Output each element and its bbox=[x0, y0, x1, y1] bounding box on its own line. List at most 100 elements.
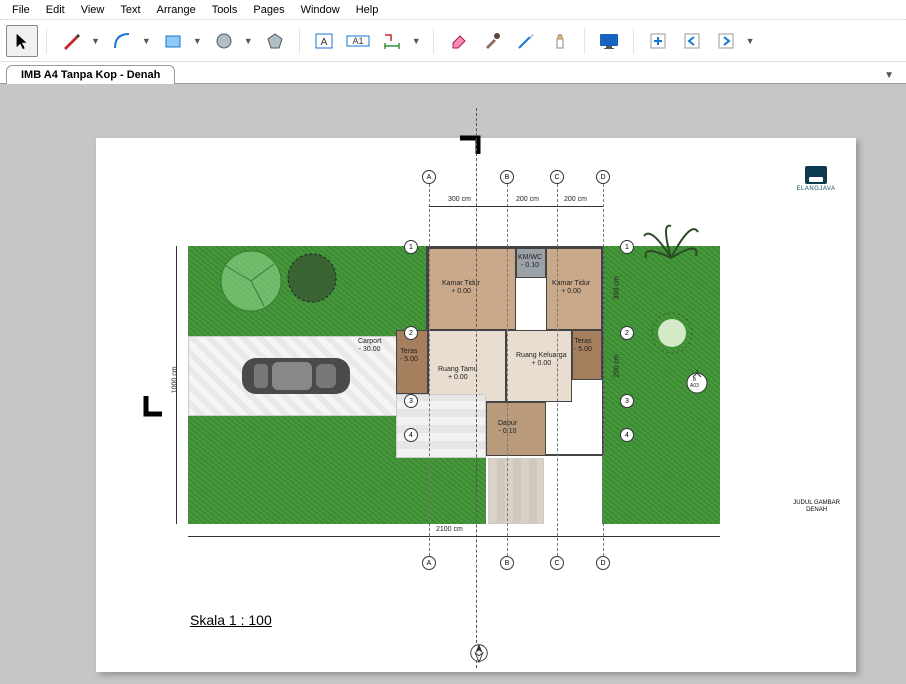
dim-line-top bbox=[429, 206, 603, 207]
page-add-icon bbox=[648, 31, 668, 51]
svg-text:A: A bbox=[320, 37, 327, 48]
room-kamar2 bbox=[546, 248, 602, 330]
grid-bubble-c-top: C bbox=[550, 170, 564, 184]
dropdown-arrow-icon[interactable]: ▼ bbox=[408, 36, 425, 46]
tool-page-add[interactable] bbox=[642, 25, 674, 57]
car-icon bbox=[236, 350, 356, 402]
svg-text:A1: A1 bbox=[352, 36, 363, 46]
separator bbox=[433, 28, 434, 54]
eraser-icon bbox=[448, 31, 468, 51]
palm-icon bbox=[636, 218, 706, 282]
menu-help[interactable]: Help bbox=[348, 2, 387, 18]
menu-edit[interactable]: Edit bbox=[38, 2, 73, 18]
grid-bubble-4-l: 4 bbox=[404, 428, 418, 442]
tool-text-along[interactable]: A1 bbox=[342, 25, 374, 57]
separator bbox=[584, 28, 585, 54]
menu-pages[interactable]: Pages bbox=[245, 2, 292, 18]
gridline-a bbox=[429, 184, 430, 556]
crop-mark-icon bbox=[460, 134, 490, 154]
bush-icon bbox=[282, 250, 342, 306]
tool-arc[interactable] bbox=[106, 25, 138, 57]
grid-bubble-d-top: D bbox=[596, 170, 610, 184]
rectangle-icon bbox=[163, 31, 183, 51]
tab-document[interactable]: IMB A4 Tanpa Kop - Denah bbox=[6, 65, 175, 84]
tool-circle[interactable] bbox=[208, 25, 240, 57]
toolbar: ▼ ▼ ▼ ▼ A A1 ▼ bbox=[0, 20, 906, 62]
tool-page-prev[interactable] bbox=[676, 25, 708, 57]
eyedropper-icon bbox=[482, 31, 502, 51]
grid-bubble-2-r: 2 bbox=[620, 326, 634, 340]
room-kmwc bbox=[516, 248, 546, 278]
grid-bubble-a-top: A bbox=[422, 170, 436, 184]
room-teras2 bbox=[572, 330, 602, 380]
tool-eraser[interactable] bbox=[442, 25, 474, 57]
tool-text[interactable]: A bbox=[308, 25, 340, 57]
back-patio bbox=[488, 458, 544, 524]
dim-top-3: 200 cm bbox=[564, 196, 587, 204]
separator bbox=[299, 28, 300, 54]
menu-arrange[interactable]: Arrange bbox=[149, 2, 204, 18]
glue-icon bbox=[550, 31, 570, 51]
gridline-c bbox=[557, 184, 558, 556]
polygon-icon bbox=[265, 31, 285, 51]
shrub-icon bbox=[644, 308, 700, 358]
menu-window[interactable]: Window bbox=[293, 2, 348, 18]
gridline-d bbox=[603, 184, 604, 556]
tool-eyedropper[interactable] bbox=[476, 25, 508, 57]
menubar: File Edit View Text Arrange Tools Pages … bbox=[0, 0, 906, 20]
dropdown-arrow-icon[interactable]: ▼ bbox=[87, 36, 104, 46]
title-block-value: DENAH bbox=[793, 507, 840, 514]
page-next-icon bbox=[716, 31, 736, 51]
tool-polygon[interactable] bbox=[259, 25, 291, 57]
pencil-icon bbox=[61, 31, 81, 51]
knife-icon bbox=[516, 31, 536, 51]
logo: ELANGJAVA bbox=[794, 166, 838, 192]
logo-icon bbox=[805, 166, 827, 184]
grid-bubble-d-bot: D bbox=[596, 556, 610, 570]
tool-select[interactable] bbox=[6, 25, 38, 57]
grid-bubble-4-r: 4 bbox=[620, 428, 634, 442]
dim-line-left bbox=[176, 246, 177, 524]
dim-line-bottom bbox=[188, 536, 720, 537]
tab-overflow-dropdown[interactable]: ▼ bbox=[878, 68, 900, 83]
text-icon: A bbox=[314, 31, 334, 51]
dropdown-arrow-icon[interactable]: ▼ bbox=[240, 36, 257, 46]
text-along-icon: A1 bbox=[346, 31, 370, 51]
separator bbox=[46, 28, 47, 54]
tool-knife[interactable] bbox=[510, 25, 542, 57]
grid-bubble-3-r: 3 bbox=[620, 394, 634, 408]
menu-file[interactable]: File bbox=[4, 2, 38, 18]
dropdown-arrow-icon[interactable]: ▼ bbox=[138, 36, 155, 46]
monitor-icon bbox=[598, 31, 620, 51]
tool-line[interactable] bbox=[55, 25, 87, 57]
menu-view[interactable]: View bbox=[73, 2, 113, 18]
room-kamar1 bbox=[428, 248, 516, 330]
grid-bubble-1-r: 1 bbox=[620, 240, 634, 254]
menu-text[interactable]: Text bbox=[112, 2, 148, 18]
tool-glue[interactable] bbox=[544, 25, 576, 57]
dim-top-2: 200 cm bbox=[516, 196, 539, 204]
dropdown-arrow-icon[interactable]: ▼ bbox=[742, 36, 759, 46]
drawing-canvas[interactable]: ELANGJAVA bbox=[0, 84, 906, 684]
gridline-b bbox=[507, 184, 508, 556]
tool-rectangle[interactable] bbox=[157, 25, 189, 57]
lawn-strip bbox=[426, 458, 486, 524]
menu-tools[interactable]: Tools bbox=[204, 2, 246, 18]
circle-icon bbox=[214, 31, 234, 51]
dropdown-arrow-icon[interactable]: ▼ bbox=[189, 36, 206, 46]
title-block: JUDUL GAMBAR DENAH bbox=[793, 500, 840, 514]
tool-page-next[interactable] bbox=[710, 25, 742, 57]
grid-bubble-c-bot: C bbox=[550, 556, 564, 570]
center-line bbox=[476, 108, 477, 668]
tree-icon bbox=[216, 246, 286, 316]
dim-bottom: 2100 cm bbox=[436, 526, 463, 534]
logo-text: ELANGJAVA bbox=[794, 186, 838, 192]
dim-top-1: 300 cm bbox=[448, 196, 471, 204]
title-block-heading: JUDUL GAMBAR bbox=[793, 500, 840, 507]
grid-bubble-1-l: 1 bbox=[404, 240, 418, 254]
room-rkel bbox=[506, 330, 572, 402]
tool-present[interactable] bbox=[593, 25, 625, 57]
measure-icon bbox=[382, 31, 402, 51]
tabbar: IMB A4 Tanpa Kop - Denah ▼ bbox=[0, 62, 906, 84]
tool-dimension[interactable] bbox=[376, 25, 408, 57]
